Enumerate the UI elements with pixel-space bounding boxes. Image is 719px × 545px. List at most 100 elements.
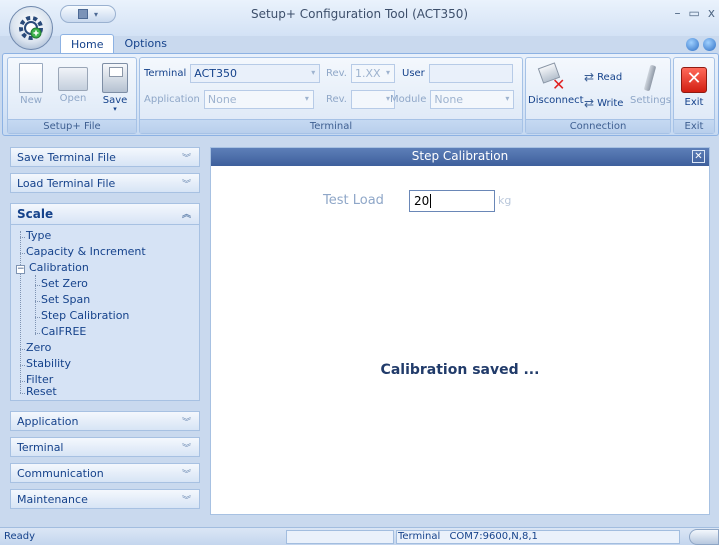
close-icon: ✕ bbox=[681, 67, 707, 93]
rev-label: Rev. bbox=[326, 68, 347, 79]
write-button[interactable]: ⇄ Write bbox=[584, 96, 623, 110]
application-select[interactable]: None ▾ bbox=[203, 90, 314, 109]
application-label: Application bbox=[144, 94, 200, 105]
sidebar-item-communication[interactable]: Communication ︾ bbox=[10, 463, 200, 483]
tree-item-step-calibration[interactable]: Step Calibration bbox=[41, 309, 129, 322]
chevron-up-icon: ︽ bbox=[181, 210, 191, 220]
help-icons bbox=[686, 38, 716, 51]
sidebar-item-label: Application bbox=[17, 415, 79, 428]
sidebar: Save Terminal File ︾ Load Terminal File … bbox=[10, 147, 200, 515]
user-label: User bbox=[402, 68, 425, 79]
tree-item-calibration[interactable]: Calibration bbox=[29, 261, 89, 274]
status-message: Calibration saved ... bbox=[380, 362, 540, 378]
sidebar-item-terminal[interactable]: Terminal ︾ bbox=[10, 437, 200, 457]
chevron-down-icon: ▾ bbox=[113, 105, 117, 113]
terminal-field: Terminal ACT350 ▾ bbox=[144, 64, 321, 83]
tree-item-reset[interactable]: Reset bbox=[26, 385, 57, 398]
tree-item-calfree[interactable]: CalFREE bbox=[41, 325, 86, 338]
rev-label: Rev. bbox=[326, 94, 347, 105]
group-label: Exit bbox=[674, 119, 714, 133]
application-field: Application None ▾ bbox=[144, 90, 314, 109]
ribbon: New Open Save ▾ Setup+ File Terminal ACT… bbox=[2, 53, 719, 136]
sidebar-item-save-terminal-file[interactable]: Save Terminal File ︾ bbox=[10, 147, 200, 167]
module-select-value: None bbox=[434, 93, 464, 106]
minimize-button[interactable]: – bbox=[675, 6, 681, 20]
tree-item-set-zero[interactable]: Set Zero bbox=[41, 277, 88, 290]
tree-item-zero[interactable]: Zero bbox=[26, 341, 51, 354]
ribbon-group-connection: ✕ Disconnect ⇄ Read ⇄ Write Settings Con… bbox=[525, 57, 671, 134]
read-button-label: Read bbox=[597, 71, 623, 83]
new-button[interactable]: New bbox=[12, 61, 50, 117]
group-label: Terminal bbox=[140, 119, 522, 133]
application-menu-button[interactable] bbox=[9, 6, 53, 50]
chevron-down-icon: ︾ bbox=[181, 154, 191, 164]
save-button[interactable]: Save ▾ bbox=[96, 61, 134, 117]
collapse-icon[interactable]: − bbox=[16, 265, 25, 274]
test-load-input[interactable]: 20 bbox=[409, 190, 495, 212]
view-toggle-button[interactable] bbox=[689, 529, 719, 545]
scale-tree: Type Capacity & Increment − Calibration … bbox=[10, 225, 200, 401]
settings-button[interactable]: Settings bbox=[630, 61, 671, 117]
sidebar-item-load-terminal-file[interactable]: Load Terminal File ︾ bbox=[10, 173, 200, 193]
step-calibration-panel: Step Calibration ✕ Test Load 20 kg Calib… bbox=[210, 147, 710, 515]
close-button[interactable]: x bbox=[708, 6, 715, 20]
sidebar-item-label: Maintenance bbox=[17, 493, 88, 506]
disconnect-icon: ✕ bbox=[537, 62, 568, 94]
chevron-down-icon: ︾ bbox=[181, 180, 191, 190]
tree-item-set-span[interactable]: Set Span bbox=[41, 293, 90, 306]
module-label: Module bbox=[390, 94, 427, 105]
window-controls: – ▭ x bbox=[675, 6, 715, 20]
status-terminal-label: Terminal bbox=[398, 531, 441, 542]
read-icon: ⇄ bbox=[584, 70, 595, 84]
module-field: Module None ▾ bbox=[390, 90, 515, 109]
module-select[interactable]: None ▾ bbox=[430, 90, 515, 109]
chevron-down-icon: ︾ bbox=[181, 470, 191, 480]
terminal-select[interactable]: ACT350 ▾ bbox=[190, 64, 321, 83]
status-ready: Ready bbox=[4, 531, 36, 542]
sidebar-item-label: Load Terminal File bbox=[17, 177, 116, 190]
maximize-button[interactable]: ▭ bbox=[689, 6, 700, 20]
read-button[interactable]: ⇄ Read bbox=[584, 70, 622, 84]
tree-item-stability[interactable]: Stability bbox=[26, 357, 71, 370]
status-port: COM7:9600,N,8,1 bbox=[449, 531, 538, 542]
exit-button[interactable]: ✕ Exit bbox=[675, 61, 713, 117]
chevron-down-icon: ︾ bbox=[181, 444, 191, 454]
sidebar-item-maintenance[interactable]: Maintenance ︾ bbox=[10, 489, 200, 509]
chevron-down-icon: ▾ bbox=[385, 68, 390, 77]
disconnect-button[interactable]: ✕ Disconnect bbox=[528, 61, 584, 117]
info-icon[interactable] bbox=[703, 38, 716, 51]
sidebar-item-label: Scale bbox=[17, 207, 54, 221]
sidebar-item-application[interactable]: Application ︾ bbox=[10, 411, 200, 431]
chevron-down-icon: ▾ bbox=[304, 94, 309, 103]
tree-item-type[interactable]: Type bbox=[26, 229, 51, 242]
new-button-label: New bbox=[20, 95, 42, 106]
open-button[interactable]: Open bbox=[54, 61, 92, 117]
tab-options[interactable]: Options bbox=[114, 34, 176, 54]
tab-home[interactable]: Home bbox=[60, 34, 115, 54]
sidebar-item-label: Save Terminal File bbox=[17, 151, 116, 164]
test-load-label: Test Load bbox=[323, 193, 384, 208]
close-icon[interactable]: ✕ bbox=[692, 150, 705, 163]
write-icon: ⇄ bbox=[584, 96, 595, 110]
rev-select-1[interactable]: 1.XX ▾ bbox=[350, 64, 395, 83]
title-bar: ▾ Setup+ Configuration Tool (ACT350) – ▭… bbox=[0, 0, 719, 36]
group-label: Setup+ File bbox=[8, 119, 136, 133]
ribbon-group-exit: ✕ Exit Exit bbox=[673, 57, 715, 134]
sidebar-item-scale[interactable]: Scale ︽ bbox=[10, 203, 200, 225]
write-button-label: Write bbox=[597, 97, 624, 109]
window-title: Setup+ Configuration Tool (ACT350) bbox=[250, 7, 469, 21]
tree-item-capacity[interactable]: Capacity & Increment bbox=[26, 245, 146, 258]
rev-field-1: Rev. 1.XX ▾ bbox=[326, 64, 395, 83]
status-segment bbox=[286, 530, 394, 544]
help-icon[interactable] bbox=[686, 38, 699, 51]
sidebar-item-label: Communication bbox=[17, 467, 104, 480]
exit-button-label: Exit bbox=[684, 97, 704, 108]
test-load-value: 20 bbox=[414, 194, 430, 208]
chevron-down-icon: ︾ bbox=[181, 496, 191, 506]
sidebar-item-label: Terminal bbox=[17, 441, 64, 454]
rev-select-value: 1.XX bbox=[354, 67, 381, 80]
gear-icon bbox=[19, 16, 43, 40]
user-input[interactable] bbox=[428, 64, 513, 83]
new-file-icon bbox=[19, 63, 43, 93]
rev-select-2[interactable]: ▾ bbox=[350, 90, 395, 109]
